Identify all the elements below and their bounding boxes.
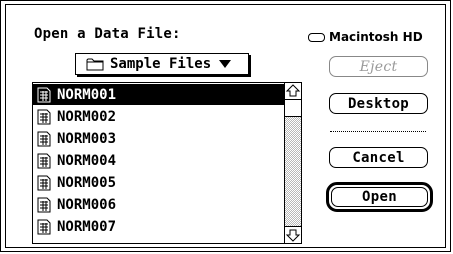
cancel-button[interactable]: Cancel	[329, 147, 428, 168]
file-list-item[interactable]: NORM001	[33, 84, 284, 105]
document-icon	[37, 197, 51, 212]
file-list-item[interactable]: NORM002	[33, 106, 284, 127]
file-name: NORM003	[57, 130, 117, 147]
folder-popup-label: Sample Files	[110, 56, 212, 72]
scroll-thumb[interactable]	[285, 100, 301, 117]
document-icon	[37, 109, 51, 124]
dialog-prompt: Open a Data File:	[34, 26, 181, 42]
file-name: NORM001	[57, 86, 117, 103]
scroll-down-arrow[interactable]	[285, 226, 301, 243]
triangle-down-icon	[219, 60, 232, 68]
document-icon	[37, 219, 51, 234]
folder-icon	[86, 58, 104, 71]
button-divider	[330, 131, 426, 132]
file-list-item[interactable]: NORM007	[33, 216, 284, 237]
scroll-up-arrow[interactable]	[285, 83, 301, 100]
arrow-up-icon	[285, 84, 301, 97]
disk-label: Macintosh HD	[308, 30, 423, 44]
arrow-down-icon	[285, 229, 301, 242]
document-icon	[37, 87, 51, 102]
folder-popup-menu[interactable]: Sample Files	[75, 53, 249, 75]
file-name: NORM005	[57, 174, 117, 191]
desktop-button[interactable]: Desktop	[329, 93, 428, 114]
eject-button[interactable]: Eject	[329, 56, 428, 77]
file-name: NORM004	[57, 152, 117, 169]
file-list-item[interactable]: NORM004	[33, 150, 284, 171]
file-name: NORM006	[57, 196, 117, 213]
file-name: NORM002	[57, 108, 117, 125]
file-list-item[interactable]: NORM003	[33, 128, 284, 149]
document-icon	[37, 131, 51, 146]
document-icon	[37, 153, 51, 168]
open-button[interactable]: Open	[331, 187, 428, 207]
file-list-item[interactable]: NORM005	[33, 172, 284, 193]
document-icon	[37, 175, 51, 190]
disk-name: Macintosh HD	[329, 30, 423, 44]
file-name: NORM007	[57, 218, 117, 235]
file-list-scrollbar[interactable]	[284, 83, 301, 243]
hard-disk-icon	[308, 32, 325, 42]
file-list[interactable]: NORM001 NORM002 NORM003 NORM004 NORM005 NORM0…	[32, 82, 302, 244]
file-list-item[interactable]: NORM006	[33, 194, 284, 215]
